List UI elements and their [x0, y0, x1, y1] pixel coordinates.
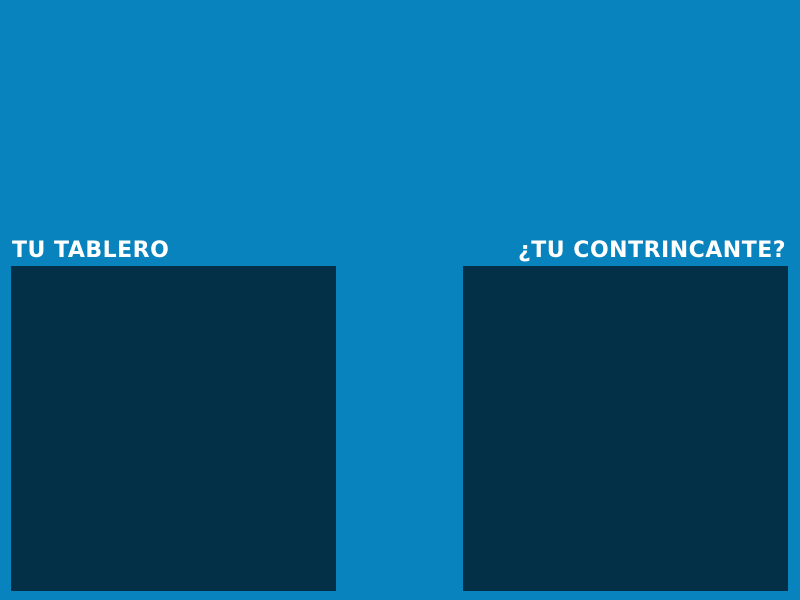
- player-board-label: TU TABLERO: [12, 238, 170, 263]
- opponent-board-label: ¿TU CONTRINCANTE?: [518, 238, 786, 263]
- game-screen: TU TABLERO ¿TU CONTRINCANTE?: [0, 0, 800, 600]
- player-board[interactable]: [11, 266, 336, 591]
- opponent-board[interactable]: [463, 266, 788, 591]
